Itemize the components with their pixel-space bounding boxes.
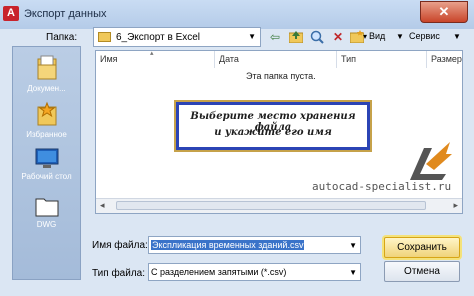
save-button[interactable]: Сохранить (384, 237, 460, 258)
site-logo (406, 140, 456, 185)
window-title: Экспорт данных (24, 8, 107, 20)
folder-icon (98, 32, 111, 42)
place-dwg[interactable]: DWG (13, 195, 80, 229)
column-divider[interactable] (426, 51, 427, 68)
chevron-down-icon[interactable]: ▼ (349, 268, 357, 277)
column-divider[interactable] (336, 51, 337, 68)
current-folder: 6_Экспорт в Excel (116, 32, 201, 43)
favorites-icon (37, 101, 56, 126)
desktop-icon (35, 148, 58, 168)
autocad-app-icon: A (3, 6, 19, 21)
place-label: Избранное (26, 130, 67, 139)
close-button[interactable]: ✕ (420, 1, 468, 23)
scroll-left-icon[interactable]: ◂ (100, 200, 105, 211)
filename-input[interactable]: Экспликация временных зданий.csv ▼ (148, 236, 361, 254)
back-icon[interactable]: ⇦ (268, 30, 282, 44)
folder-dropdown[interactable]: 6_Экспорт в Excel ▼ (93, 27, 261, 47)
folder-label: Папка: (46, 32, 78, 43)
chevron-down-icon[interactable]: ▼ (450, 30, 464, 44)
scrollbar-thumb[interactable] (116, 201, 426, 210)
filetype-label: Тип файла: (92, 268, 145, 279)
column-header-size[interactable]: Размер (431, 54, 462, 64)
column-header-date[interactable]: Дата (219, 54, 239, 64)
export-dialog: A Экспорт данных ✕ Папка: 6_Экспорт в Ex… (0, 0, 474, 296)
filetype-select[interactable]: С разделением запятыми (*.csv) ▼ (148, 263, 361, 281)
column-divider[interactable] (214, 51, 215, 68)
watermark-text: autocad-specialist.ru (312, 180, 452, 193)
filename-label: Имя файла: (92, 240, 148, 251)
filetype-value: С разделением запятыми (*.csv) (151, 267, 287, 277)
place-label: Рабочий стол (21, 172, 72, 181)
chevron-down-icon[interactable]: ▼ (248, 32, 256, 41)
column-header-type[interactable]: Тип (341, 54, 356, 64)
place-documents[interactable]: Докумен... (13, 55, 80, 93)
chevron-down-icon[interactable]: ▼ (393, 30, 407, 44)
delete-icon[interactable]: ✕ (331, 30, 345, 44)
empty-folder-message: Эта папка пуста. (246, 71, 316, 81)
instruction-callout: Выберите место хранения файла и укажите … (176, 102, 370, 150)
dwg-folder-icon (35, 198, 58, 217)
chevron-down-icon[interactable]: ▼ (349, 241, 357, 250)
sort-arrow-icon: ▴ (150, 50, 154, 57)
scroll-right-icon[interactable]: ▸ (453, 200, 458, 211)
documents-icon (37, 55, 56, 80)
title-bar: A Экспорт данных ✕ (0, 0, 474, 29)
tools-menu[interactable]: Сервис (409, 31, 440, 41)
horizontal-scrollbar[interactable]: ◂ ▸ (96, 198, 462, 213)
column-header-name[interactable]: Имя (100, 54, 118, 64)
up-folder-icon[interactable] (288, 30, 304, 44)
place-label: Докумен... (27, 84, 66, 93)
views-menu[interactable]: Вид (369, 31, 385, 41)
filename-value: Экспликация временных зданий.csv (151, 240, 305, 250)
place-favorites[interactable]: Избранное (13, 101, 80, 139)
places-panel: Докумен... Избранное Рабочий стол DWG (12, 46, 81, 280)
place-desktop[interactable]: Рабочий стол (13, 147, 80, 181)
search-web-icon[interactable] (310, 30, 324, 44)
place-label: DWG (36, 220, 57, 229)
cancel-button[interactable]: Отмена (384, 261, 460, 282)
callout-line-2: и укажите его имя (214, 127, 332, 138)
